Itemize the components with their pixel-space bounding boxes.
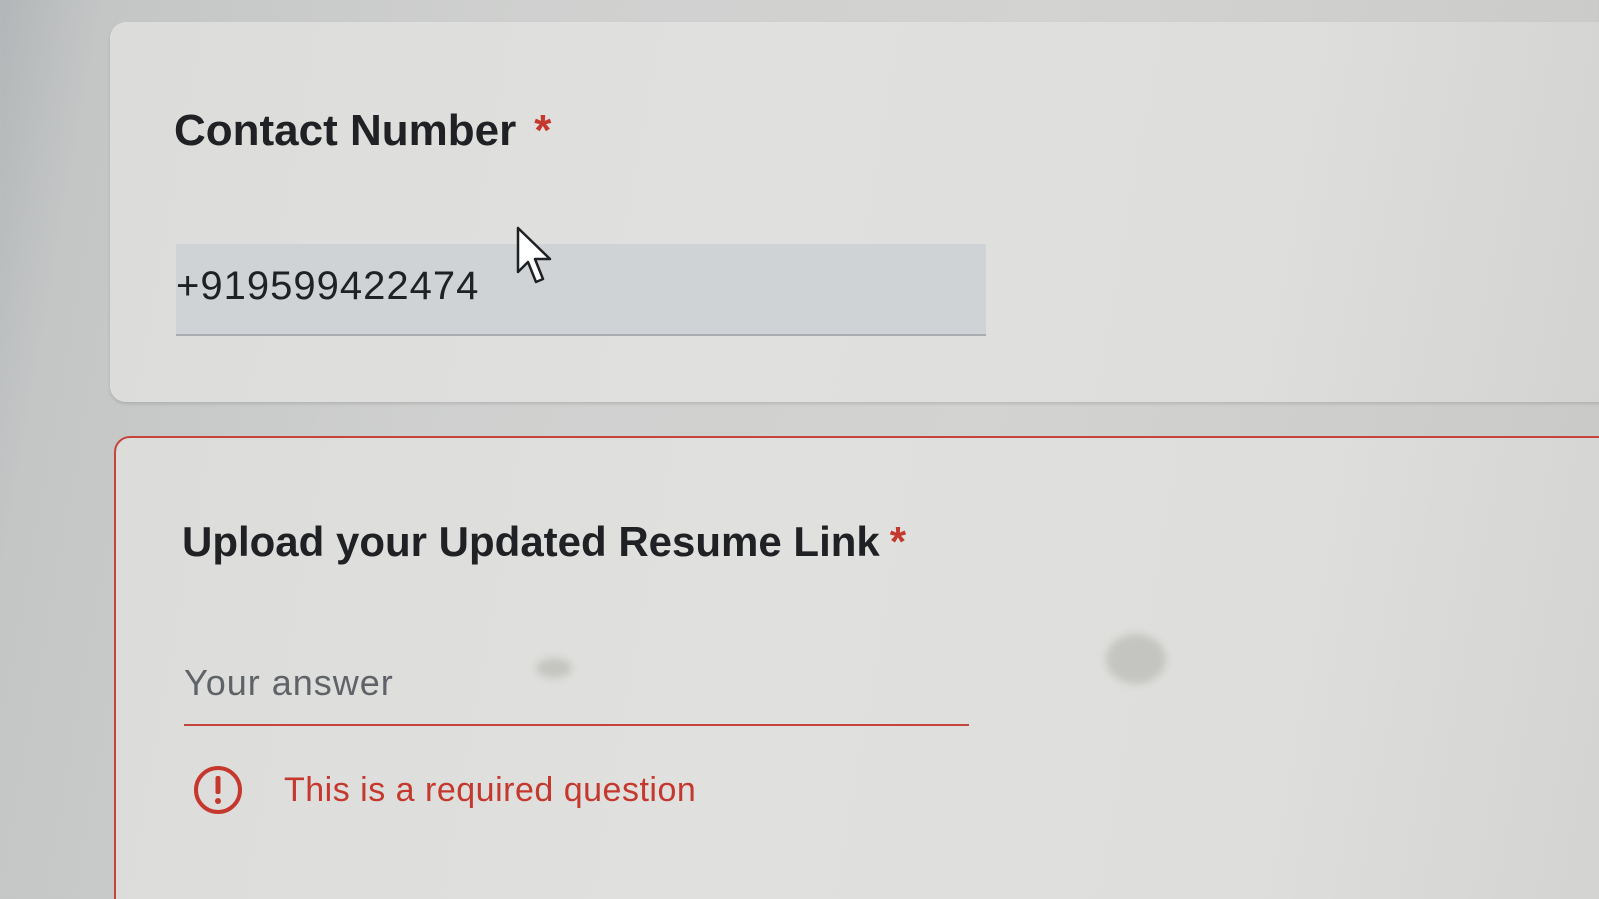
contact-number-question-title: Contact Number * bbox=[174, 106, 551, 156]
mouse-pointer-icon bbox=[516, 226, 552, 284]
contact-number-question-card: Contact Number * +919599422474 bbox=[110, 22, 1599, 402]
contact-number-input[interactable]: +919599422474 bbox=[176, 244, 986, 336]
screen-smudge bbox=[536, 658, 572, 678]
required-asterisk: * bbox=[889, 518, 907, 565]
required-error-text: This is a required question bbox=[284, 770, 697, 809]
resume-link-question-title: Upload your Updated Resume Link * bbox=[182, 518, 906, 566]
required-error-message: This is a required question bbox=[192, 762, 696, 818]
resume-link-question-card: Upload your Updated Resume Link * Your an… bbox=[114, 436, 1599, 899]
contact-number-title-text: Contact Number bbox=[174, 106, 517, 155]
required-asterisk: * bbox=[534, 106, 552, 155]
screen-smudge bbox=[1106, 634, 1166, 684]
resume-link-placeholder: Your answer bbox=[184, 662, 394, 703]
contact-number-value: +919599422474 bbox=[176, 264, 480, 308]
error-exclamation-circle-icon bbox=[194, 766, 242, 814]
resume-link-input[interactable]: Your answer bbox=[184, 650, 969, 726]
resume-link-title-text: Upload your Updated Resume Link bbox=[182, 518, 880, 565]
